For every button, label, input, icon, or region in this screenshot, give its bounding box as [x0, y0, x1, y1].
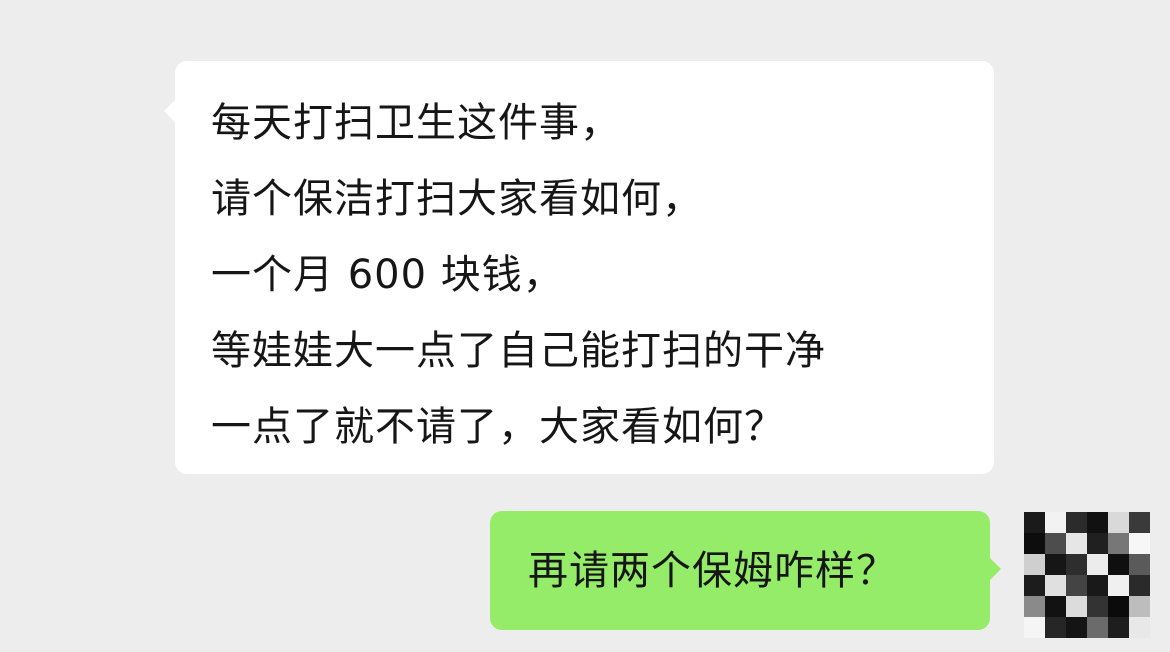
- avatar-pixel: [1129, 533, 1150, 554]
- avatar-pixel: [1087, 533, 1108, 554]
- avatar-pixel: [1108, 575, 1129, 596]
- avatar-pixel: [1024, 533, 1045, 554]
- pixelated-avatar-icon[interactable]: [1024, 512, 1150, 638]
- avatar-pixel: [1087, 596, 1108, 617]
- avatar-pixel: [1087, 617, 1108, 638]
- avatar-pixel: [1066, 575, 1087, 596]
- avatar-pixel: [1066, 533, 1087, 554]
- avatar-pixel: [1087, 512, 1108, 533]
- avatar-pixel: [1108, 533, 1129, 554]
- avatar-pixel: [1129, 554, 1150, 575]
- avatar-pixel: [1045, 554, 1066, 575]
- outgoing-message-bubble[interactable]: 再请两个保姆咋样？: [490, 511, 1001, 630]
- avatar-pixel: [1087, 575, 1108, 596]
- avatar-pixel: [1108, 512, 1129, 533]
- avatar-pixel: [1024, 512, 1045, 533]
- avatar-pixel: [1129, 617, 1150, 638]
- avatar-pixel: [1024, 575, 1045, 596]
- avatar-pixel: [1024, 617, 1045, 638]
- avatar-pixel: [1108, 596, 1129, 617]
- incoming-message-line: 一个月 600 块钱，: [211, 252, 564, 298]
- avatar-pixel: [1066, 617, 1087, 638]
- outgoing-message-text: 再请两个保姆咋样？: [528, 547, 897, 594]
- avatar-pixel: [1108, 554, 1129, 575]
- avatar-pixel: [1129, 512, 1150, 533]
- avatar-pixel: [1066, 596, 1087, 617]
- avatar-pixel: [1045, 533, 1066, 554]
- incoming-message-line: 等娃娃大一点了自己能打扫的干净: [211, 328, 826, 374]
- avatar-pixel: [1066, 512, 1087, 533]
- incoming-message-line: 每天打扫卫生这件事，: [211, 100, 621, 146]
- avatar-pixel: [1108, 617, 1129, 638]
- avatar-pixel: [1129, 575, 1150, 596]
- incoming-message-line: 请个保洁打扫大家看如何，: [211, 176, 703, 222]
- incoming-message-bubble[interactable]: 每天打扫卫生这件事， 请个保洁打扫大家看如何， 一个月 600 块钱， 等娃娃大…: [164, 61, 994, 474]
- avatar-pixel: [1066, 554, 1087, 575]
- avatar-pixel: [1024, 554, 1045, 575]
- avatar-pixel: [1045, 575, 1066, 596]
- avatar-pixel: [1045, 617, 1066, 638]
- avatar-pixel: [1045, 596, 1066, 617]
- avatar-pixel: [1129, 596, 1150, 617]
- avatar-pixel: [1024, 596, 1045, 617]
- avatar-pixel: [1045, 512, 1066, 533]
- avatar-pixel: [1087, 554, 1108, 575]
- incoming-message-line: 一点了就不请了，大家看如何？: [211, 404, 785, 450]
